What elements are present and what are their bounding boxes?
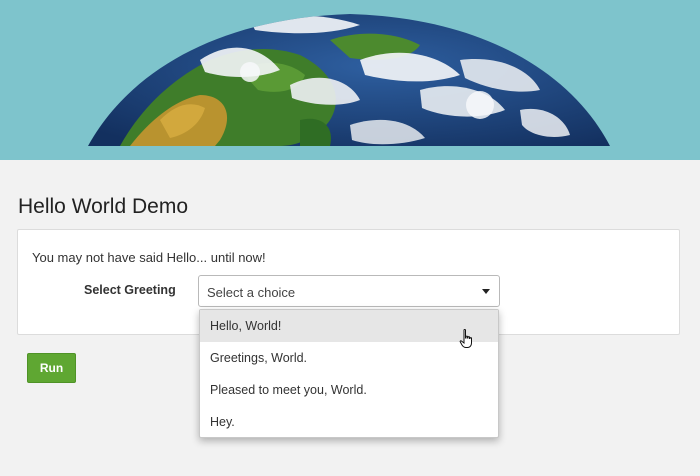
caret-down-icon (482, 289, 490, 294)
greeting-option[interactable]: Pleased to meet you, World. (200, 374, 498, 406)
intro-text: You may not have said Hello... until now… (32, 250, 266, 265)
header-banner (0, 0, 700, 160)
greeting-dropdown-menu: Hello, World! Greetings, World. Pleased … (199, 309, 499, 438)
greeting-select-value: Select a choice (207, 285, 296, 300)
greeting-option[interactable]: Hey. (200, 406, 498, 438)
select-greeting-label: Select Greeting (84, 283, 176, 297)
greeting-option[interactable]: Greetings, World. (200, 342, 498, 374)
page-title: Hello World Demo (18, 195, 188, 218)
earth-globe-image (88, 14, 610, 146)
greeting-option[interactable]: Hello, World! (200, 310, 498, 342)
hand-pointer-icon (459, 329, 472, 348)
greeting-select[interactable]: Select a choice (198, 275, 500, 307)
run-button[interactable]: Run (27, 353, 76, 383)
